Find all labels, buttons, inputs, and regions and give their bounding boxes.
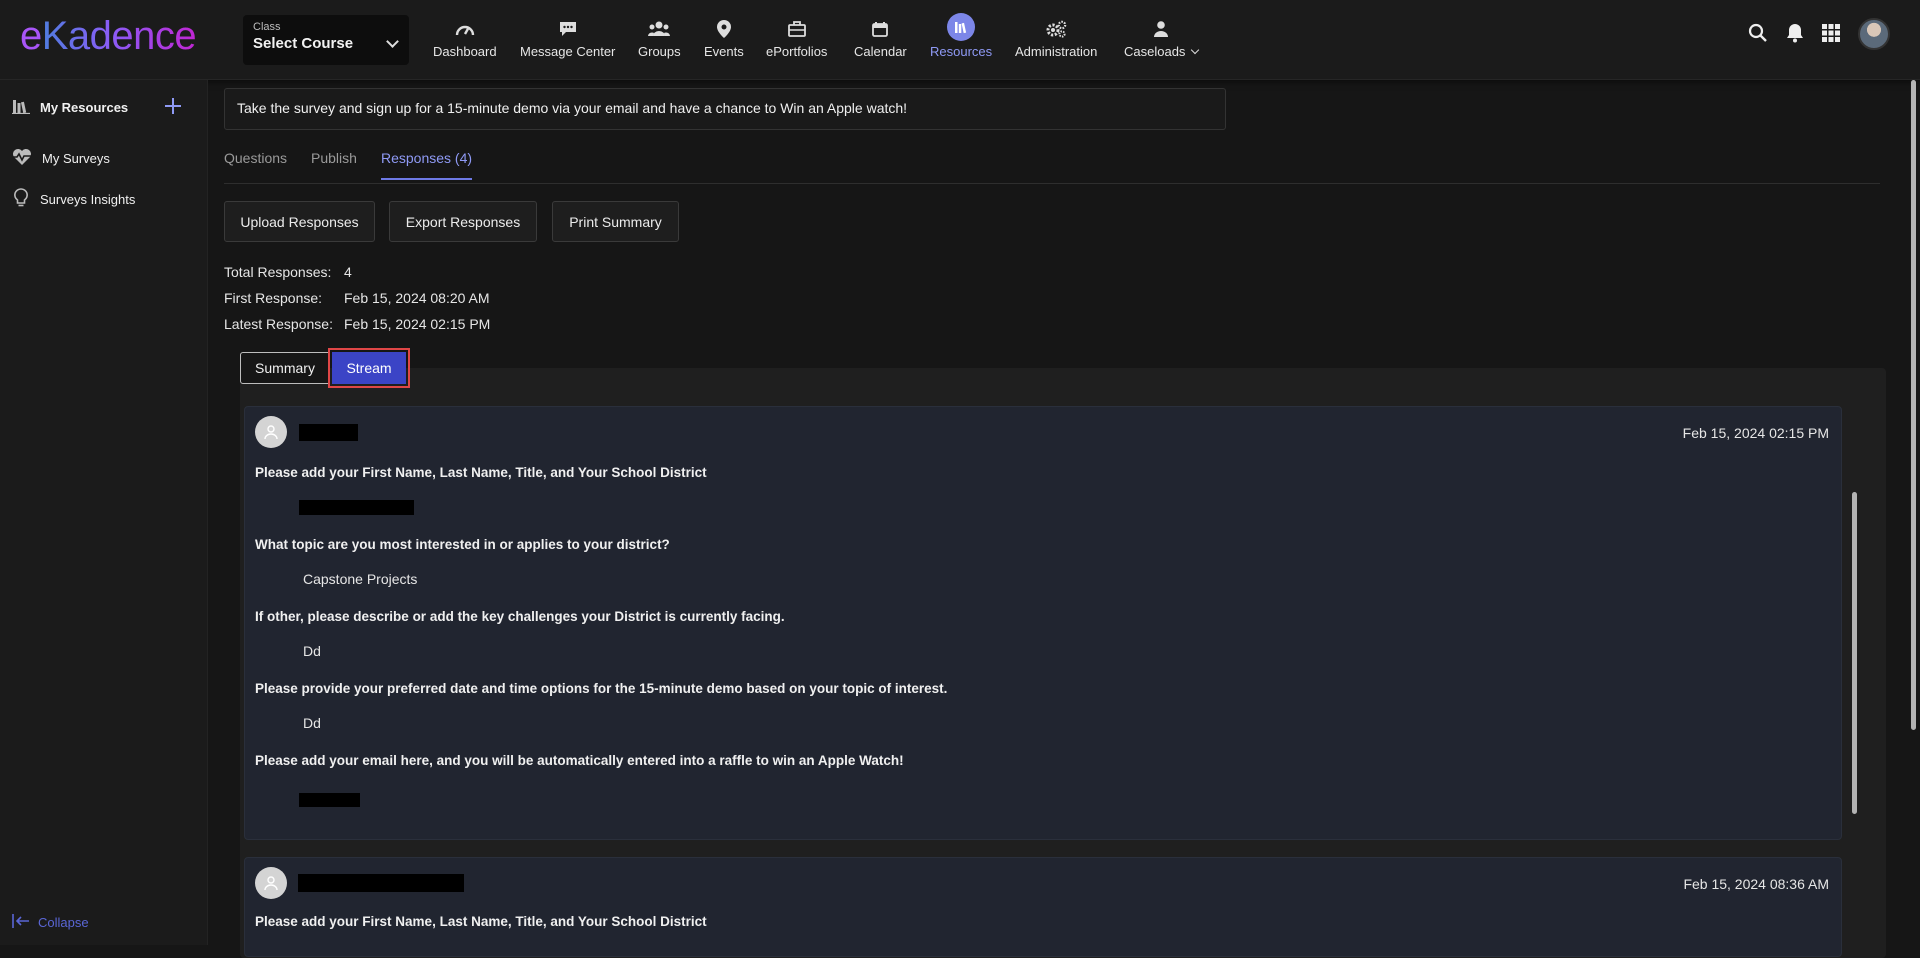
ekadence-logo[interactable]: eKadence <box>20 14 197 59</box>
export-responses-button[interactable]: Export Responses <box>389 201 537 242</box>
apps-grid-icon[interactable] <box>1822 23 1840 45</box>
question-text: Please provide your preferred date and t… <box>255 681 948 696</box>
avatar-placeholder-icon <box>255 416 287 448</box>
nav-caseloads[interactable]: Caseloads <box>1124 18 1200 66</box>
survey-banner: Take the survey and sign up for a 15-min… <box>224 88 1226 130</box>
user-avatar[interactable] <box>1858 18 1890 50</box>
calendar-icon <box>872 18 889 40</box>
redacted-answer <box>299 500 414 515</box>
add-resource-button[interactable] <box>164 97 182 115</box>
question-text: Please add your First Name, Last Name, T… <box>255 465 707 480</box>
stat-first-response: First Response: Feb 15, 2024 08:20 AM <box>224 290 490 306</box>
nav-eportfolios[interactable]: ePortfolios <box>766 18 827 66</box>
collapse-sidebar-button[interactable]: Collapse <box>12 914 89 931</box>
page-scrollbar[interactable] <box>1910 80 1918 945</box>
top-bar: eKadence Class Select Course Dashboard M… <box>0 0 1920 80</box>
print-summary-button[interactable]: Print Summary <box>552 201 679 242</box>
stat-total-responses: Total Responses: 4 <box>224 264 352 280</box>
sidebar-item-surveys-insights[interactable]: Surveys Insights <box>12 188 135 211</box>
responses-scrollbar[interactable] <box>1852 492 1857 814</box>
answer-text: Dd <box>303 643 321 659</box>
users-icon <box>648 18 671 40</box>
nav-calendar[interactable]: Calendar <box>854 18 907 66</box>
nav-events[interactable]: Events <box>704 18 744 66</box>
main-content: Take the survey and sign up for a 15-min… <box>208 80 1908 958</box>
question-text: Please add your First Name, Last Name, T… <box>255 914 707 929</box>
nav-resources[interactable]: Resources <box>930 13 992 66</box>
tab-questions[interactable]: Questions <box>224 150 287 178</box>
collapse-arrow-icon <box>12 914 30 931</box>
library-icon <box>12 98 30 117</box>
nav-dashboard[interactable]: Dashboard <box>433 18 497 66</box>
tab-responses[interactable]: Responses (4) <box>381 150 473 180</box>
scrollbar-thumb[interactable] <box>1911 80 1916 730</box>
question-text: What topic are you most interested in or… <box>255 537 670 552</box>
library-icon <box>947 13 976 41</box>
response-card: Feb 15, 2024 02:15 PM Please add your Fi… <box>244 406 1842 840</box>
survey-tabs: Questions Publish Responses (4) <box>224 144 1880 184</box>
class-select-value: Select Course <box>253 35 354 52</box>
sidebar-item-my-surveys[interactable]: My Surveys <box>12 148 110 169</box>
answer-text: Capstone Projects <box>303 571 418 587</box>
redacted-answer <box>299 793 360 807</box>
avatar-placeholder-icon <box>255 867 287 899</box>
redacted-respondent-name <box>299 424 358 441</box>
bell-icon[interactable] <box>1786 23 1804 46</box>
response-card: Feb 15, 2024 08:36 AM Please add your Fi… <box>244 857 1842 957</box>
sidebar: My Resources My Surveys Surveys Insights… <box>0 80 208 945</box>
cogs-icon <box>1045 18 1067 40</box>
person-icon <box>1153 18 1169 40</box>
stat-latest-response: Latest Response: Feb 15, 2024 02:15 PM <box>224 316 491 332</box>
answer-text: Dd <box>303 715 321 731</box>
question-text: If other, please describe or add the key… <box>255 609 785 624</box>
nav-groups[interactable]: Groups <box>638 18 681 66</box>
upload-responses-button[interactable]: Upload Responses <box>224 201 375 242</box>
gauge-icon <box>455 18 475 40</box>
heartbeat-icon <box>12 148 32 169</box>
summary-view-button[interactable]: Summary <box>240 352 330 384</box>
tab-publish[interactable]: Publish <box>311 150 357 178</box>
class-select[interactable]: Class Select Course <box>243 15 409 65</box>
redacted-respondent-name <box>298 874 464 892</box>
nav-message-center[interactable]: Message Center <box>520 18 615 66</box>
class-select-label: Class <box>253 21 281 33</box>
sidebar-item-my-resources[interactable]: My Resources <box>12 98 128 117</box>
search-icon[interactable] <box>1748 23 1768 46</box>
chevron-down-icon <box>1190 45 1200 55</box>
question-text: Please add your email here, and you will… <box>255 753 904 768</box>
stream-view-button[interactable]: Stream <box>328 348 410 388</box>
chat-icon <box>559 18 577 40</box>
nav-administration[interactable]: Administration <box>1015 18 1097 66</box>
lightbulb-icon <box>12 188 30 211</box>
briefcase-icon <box>787 18 806 40</box>
map-pin-icon <box>716 18 731 40</box>
response-date: Feb 15, 2024 02:15 PM <box>1682 425 1829 441</box>
response-date: Feb 15, 2024 08:36 AM <box>1683 876 1829 892</box>
